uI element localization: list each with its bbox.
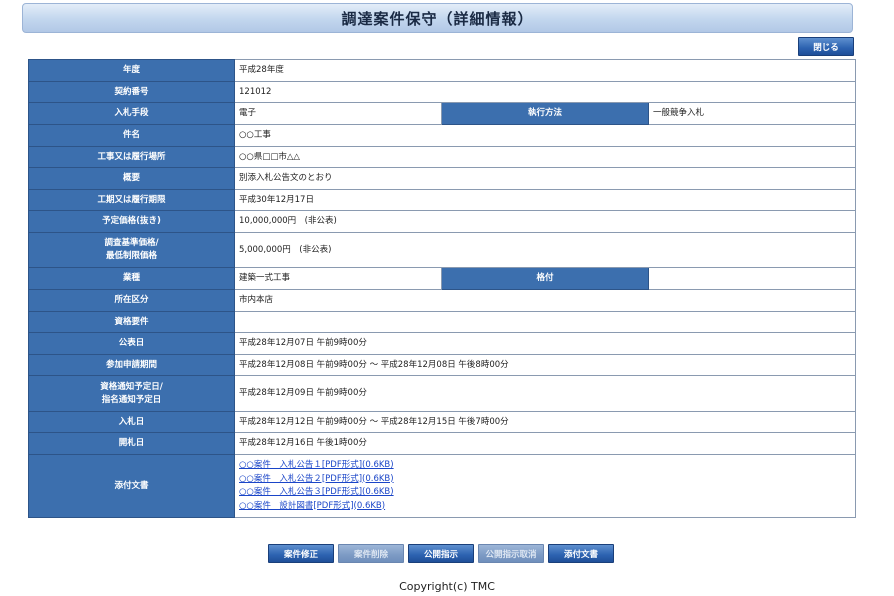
label-summary: 概要 xyxy=(28,167,235,190)
label-notice-date-line2: 指名通知予定日 xyxy=(101,394,162,405)
row-base-price: 調査基準価格/ 最低制限価格 5,000,000円 (非公表) xyxy=(28,232,857,268)
label-exec-method: 執行方法 xyxy=(441,102,649,125)
row-deadline: 工期又は履行期限 平成30年12月17日 xyxy=(28,189,857,211)
label-deadline: 工期又は履行期限 xyxy=(28,189,235,211)
attachment-link[interactable]: ○○案件 設計図書[PDF形式](0.6KB) xyxy=(239,500,851,514)
value-bid-date: 平成28年12月12日 午前9時00分 ～ 平成28年12月15日 午後7時00… xyxy=(233,411,857,433)
value-rating xyxy=(647,267,857,290)
row-bid-method: 入札手段 電子 執行方法 一般競争入札 xyxy=(28,102,857,125)
row-case-name: 件名 ○○工事 xyxy=(28,124,857,147)
label-apply-period: 参加申請期間 xyxy=(28,354,235,376)
label-location: 工事又は履行場所 xyxy=(28,146,235,168)
row-attachments: 添付文書 ○○案件 入札公告１[PDF形式](0.6KB) ○○案件 入札公告２… xyxy=(28,454,857,518)
value-deadline: 平成30年12月17日 xyxy=(233,189,857,211)
value-area: 市内本店 xyxy=(233,289,857,312)
value-year: 平成28年度 xyxy=(233,59,857,82)
row-estimate: 予定価格(抜き) 10,000,000円 (非公表) xyxy=(28,210,857,233)
label-bid-date: 入札日 xyxy=(28,411,235,433)
value-base-price: 5,000,000円 (非公表) xyxy=(233,232,857,268)
page-title-bar: 調達案件保守（詳細情報） xyxy=(22,3,853,33)
label-industry: 業種 xyxy=(28,267,235,290)
row-summary: 概要 別添入札公告文のとおり xyxy=(28,167,857,190)
attachment-link[interactable]: ○○案件 入札公告２[PDF形式](0.6KB) xyxy=(239,473,851,487)
label-year: 年度 xyxy=(28,59,235,82)
label-publish-date: 公表日 xyxy=(28,332,235,355)
label-base-price-line1: 調査基準価格/ xyxy=(104,238,159,248)
label-notice-date: 資格通知予定日/ 指名通知予定日 xyxy=(28,375,235,412)
value-contract-no: 121012 xyxy=(233,81,857,103)
label-rating: 格付 xyxy=(441,267,649,290)
row-publish-date: 公表日 平成28年12月07日 午前9時00分 xyxy=(28,332,857,355)
value-publish-date: 平成28年12月07日 午前9時00分 xyxy=(233,332,857,355)
label-estimate: 予定価格(抜き) xyxy=(28,210,235,233)
row-area: 所在区分 市内本店 xyxy=(28,289,857,312)
row-notice-date: 資格通知予定日/ 指名通知予定日 平成28年12月09日 午前9時00分 xyxy=(28,375,857,412)
value-case-name: ○○工事 xyxy=(233,124,857,147)
delete-case-button[interactable]: 案件削除 xyxy=(338,544,404,563)
publish-button[interactable]: 公開指示 xyxy=(408,544,474,563)
footer-button-bar: 案件修正 案件削除 公開指示 公開指示取消 添付文書 xyxy=(0,544,894,563)
attachment-link[interactable]: ○○案件 入札公告３[PDF形式](0.6KB) xyxy=(239,486,851,500)
row-qualification: 資格要件 xyxy=(28,311,857,333)
value-qualification xyxy=(233,311,857,333)
copyright: Copyright(c) TMC xyxy=(399,580,495,593)
label-contract-no: 契約番号 xyxy=(28,81,235,103)
label-notice-date-line1: 資格通知予定日/ xyxy=(100,381,163,392)
label-open-date: 開札日 xyxy=(28,432,235,455)
label-qualification: 資格要件 xyxy=(28,311,235,333)
value-summary: 別添入札公告文のとおり xyxy=(233,167,857,190)
label-case-name: 件名 xyxy=(28,124,235,147)
row-contract-no: 契約番号 121012 xyxy=(28,81,857,103)
label-attachments: 添付文書 xyxy=(28,454,235,518)
value-industry: 建築一式工事 xyxy=(234,267,442,290)
row-location: 工事又は履行場所 ○○県□□市△△ xyxy=(28,146,857,168)
value-exec-method: 一般競争入札 xyxy=(647,102,857,125)
label-base-price: 調査基準価格/ 最低制限価格 xyxy=(28,232,235,268)
label-area: 所在区分 xyxy=(28,289,235,312)
page-title: 調達案件保守（詳細情報） xyxy=(341,9,534,28)
value-estimate: 10,000,000円 (非公表) xyxy=(233,210,857,233)
value-location: ○○県□□市△△ xyxy=(233,146,857,168)
value-attachments: ○○案件 入札公告１[PDF形式](0.6KB) ○○案件 入札公告２[PDF形… xyxy=(233,454,857,518)
label-bid-method: 入札手段 xyxy=(28,102,235,125)
label-base-price-line2: 最低制限価格 xyxy=(105,251,157,261)
row-year: 年度 平成28年度 xyxy=(28,59,857,82)
attachment-link[interactable]: ○○案件 入札公告１[PDF形式](0.6KB) xyxy=(239,459,851,473)
row-open-date: 開札日 平成28年12月16日 午後1時00分 xyxy=(28,432,857,455)
value-notice-date: 平成28年12月09日 午前9時00分 xyxy=(233,375,857,412)
value-apply-period: 平成28年12月08日 午前9時00分 ～ 平成28年12月08日 午後8時00… xyxy=(233,354,857,376)
row-industry: 業種 建築一式工事 格付 xyxy=(28,267,857,290)
attachments-button[interactable]: 添付文書 xyxy=(548,544,614,563)
value-open-date: 平成28年12月16日 午後1時00分 xyxy=(233,432,857,455)
unpublish-button[interactable]: 公開指示取消 xyxy=(478,544,544,563)
edit-case-button[interactable]: 案件修正 xyxy=(268,544,334,563)
row-bid-date: 入札日 平成28年12月12日 午前9時00分 ～ 平成28年12月15日 午後… xyxy=(28,411,857,433)
value-bid-method: 電子 xyxy=(234,102,442,125)
close-button[interactable]: 閉じる xyxy=(798,37,854,56)
case-detail-table: 年度 平成28年度 契約番号 121012 入札手段 電子 執行方法 一般競争入… xyxy=(28,59,857,518)
row-apply-period: 参加申請期間 平成28年12月08日 午前9時00分 ～ 平成28年12月08日… xyxy=(28,354,857,376)
